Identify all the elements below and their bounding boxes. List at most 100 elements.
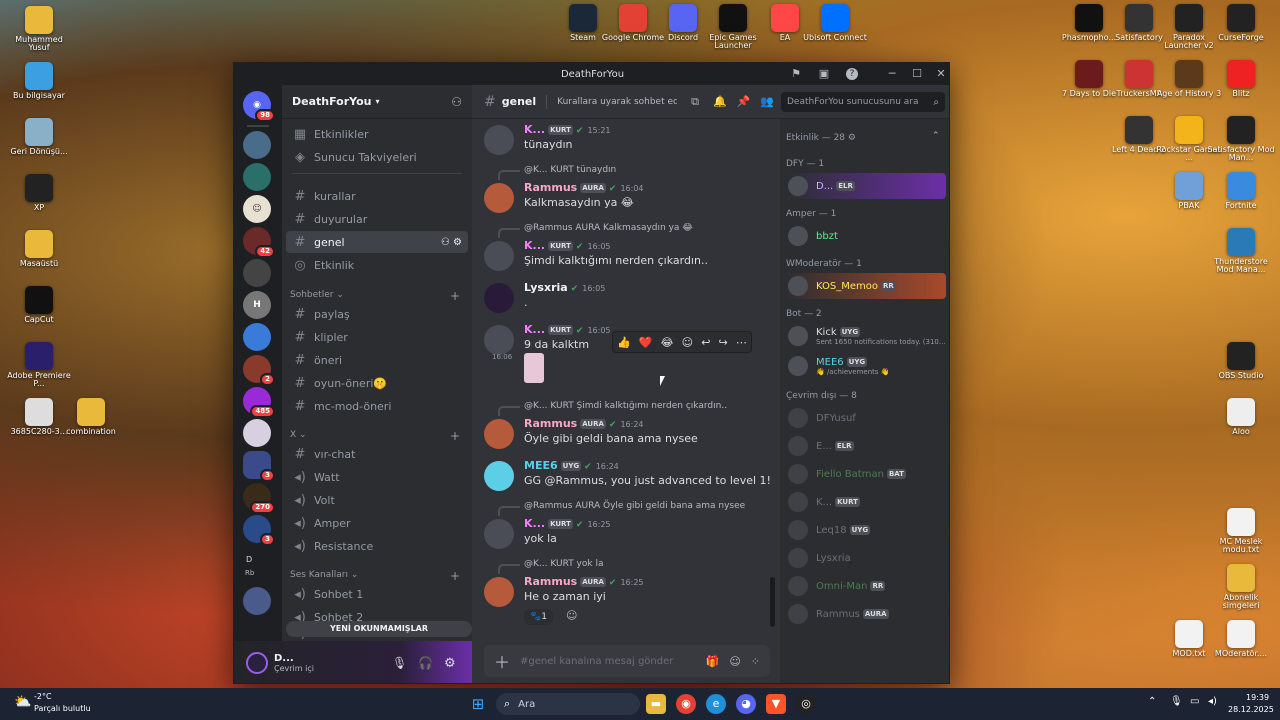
desktop-shortcut[interactable]: Blitz — [1206, 60, 1276, 98]
laugh-reaction-icon[interactable]: 😂 — [661, 336, 674, 349]
emoji-icon[interactable]: ☺ — [729, 655, 740, 668]
reply-preview[interactable]: @K... KURT Şimdi kalktığımı nerden çıkar… — [497, 401, 727, 416]
member-item[interactable]: bbzt — [784, 223, 946, 249]
member-item[interactable]: E... ELR — [784, 433, 946, 459]
add-channel-icon[interactable]: + — [450, 569, 460, 583]
member-item[interactable]: Rammus AURA — [784, 601, 946, 627]
sticker-image[interactable] — [524, 353, 544, 383]
avatar[interactable] — [484, 125, 514, 155]
server-icon[interactable] — [243, 259, 271, 287]
desktop-shortcut[interactable]: CapCut — [4, 286, 74, 324]
help-icon[interactable]: ? — [846, 68, 858, 80]
server-icon[interactable]: 2 — [243, 355, 275, 386]
channel-settings-icon[interactable]: ⚇ ⚙ — [441, 237, 462, 248]
clock-date[interactable]: 28.12.2025 — [1228, 705, 1274, 714]
channel-paylas[interactable]: # paylaş — [286, 303, 468, 325]
server-icon[interactable] — [243, 419, 271, 447]
desktop-shortcut[interactable]: Ubisoft Connect — [800, 4, 870, 42]
message-author[interactable]: K... KURT ✔ 16:05 — [524, 239, 611, 252]
members-list-icon[interactable]: 👥 — [760, 95, 774, 108]
add-attachment-icon[interactable]: ＋ — [494, 649, 510, 673]
channel-sohbet-1[interactable]: ◂) Sohbet 1 — [286, 583, 468, 605]
headphones-icon[interactable]: 🎧 — [418, 656, 433, 670]
message-input[interactable]: #genel kanalına mesaj gönder — [520, 656, 673, 667]
channel-kurallar[interactable]: # kurallar — [286, 185, 468, 207]
microphone-icon[interactable]: 🎙 — [1170, 696, 1183, 707]
reply-icon[interactable]: ↩ — [701, 336, 710, 349]
discord-icon[interactable]: ◕ — [736, 694, 756, 714]
category-ses-kanallari[interactable]: Ses Kanalları ⌄ + — [290, 569, 466, 583]
forward-icon[interactable]: ↪ — [719, 336, 728, 349]
server-folder-icon[interactable]: 3 — [243, 451, 275, 482]
member-item[interactable]: MEE6 UYG 👋 /achievements 👋 — [784, 353, 946, 379]
channel-duyurular[interactable]: # duyurular — [286, 208, 468, 230]
network-icon[interactable]: ▭ — [1190, 696, 1199, 707]
weather-icon[interactable]: ⛅ — [14, 694, 31, 710]
add-channel-icon[interactable]: + — [450, 289, 460, 303]
category-sohbetler[interactable]: Sohbetler ⌄ + — [290, 289, 466, 303]
channel-vir-chat[interactable]: # vır-chat — [286, 443, 468, 465]
message-author[interactable]: Lysxria ✔ 16:05 — [524, 281, 605, 294]
server-icon[interactable] — [243, 587, 271, 615]
channel-amper[interactable]: ◂) Amper — [286, 512, 468, 534]
member-item[interactable]: K... KURT — [784, 489, 946, 515]
server-icon[interactable] — [243, 323, 271, 351]
desktop-shortcut[interactable]: MC Meslek modu.txt — [1206, 508, 1276, 555]
obs-icon[interactable]: ◎ — [796, 694, 816, 714]
volume-icon[interactable]: ◂) — [1208, 696, 1217, 707]
desktop-shortcut[interactable]: Masaüstü — [4, 230, 74, 268]
windows-start-icon[interactable]: ⊞ — [468, 694, 488, 714]
boosts-link[interactable]: ◈ Sunucu Takviyeleri — [286, 146, 468, 168]
screen-icon[interactable]: ▣ — [816, 66, 832, 82]
member-item[interactable]: Omni-Man RR — [784, 573, 946, 599]
message-author[interactable]: Rammus AURA ✔ 16:04 — [524, 181, 644, 194]
desktop-shortcut[interactable]: Fortnite — [1206, 172, 1276, 210]
desktop-shortcut[interactable]: combination — [56, 398, 126, 436]
maximize-icon[interactable]: ☐ — [909, 66, 925, 82]
avatar[interactable] — [484, 283, 514, 313]
reaction-pill[interactable]: 🐾 1 — [524, 609, 553, 625]
avatar[interactable] — [484, 241, 514, 271]
desktop-shortcut[interactable]: Bu bilgisayar — [4, 62, 74, 100]
scrollbar[interactable] — [770, 577, 775, 627]
desktop-shortcut[interactable]: CurseForge — [1206, 4, 1276, 42]
desktop-shortcut[interactable]: Muhammed Yusuf — [4, 6, 74, 53]
desktop-shortcut[interactable]: Abonelik simgeleri — [1206, 564, 1276, 611]
channel-klipler[interactable]: # klipler — [286, 326, 468, 348]
channel-watt[interactable]: ◂) Watt — [286, 466, 468, 488]
message-author[interactable]: Rammus AURA ✔ 16:24 — [524, 417, 644, 430]
avatar[interactable] — [484, 461, 514, 491]
member-item[interactable]: Leq18 UYG — [784, 517, 946, 543]
message-author[interactable]: K... KURT ✔ 16:25 — [524, 517, 611, 530]
channel-mc-mod-oneri[interactable]: # mc-mod-öneri — [286, 395, 468, 417]
more-options-icon[interactable]: ⋯ — [736, 336, 747, 349]
channel-oyun-oneri[interactable]: # oyun-öneri🤫 — [286, 372, 468, 394]
chrome-icon[interactable]: ◉ — [676, 694, 696, 714]
brave-icon[interactable]: ▼ — [766, 694, 786, 714]
add-member-icon[interactable]: ⚇ — [451, 95, 462, 109]
server-icon[interactable]: 270 — [243, 483, 275, 514]
message-composer[interactable]: ＋ #genel kanalına mesaj gönder 🎁 ☺ ⁘ — [484, 645, 770, 677]
reply-preview[interactable]: @Rammus AURA Öyle gibi geldi bana ama ny… — [497, 501, 745, 516]
search-input[interactable]: DeathForYou sunucusunu ara ⌕ — [781, 92, 945, 112]
avatar[interactable] — [484, 183, 514, 213]
heart-reaction-icon[interactable]: ❤️ — [639, 336, 653, 349]
desktop-shortcut[interactable]: Geri Dönüşü... — [4, 118, 74, 156]
member-item[interactable]: DFYusuf — [784, 405, 946, 431]
message-author[interactable]: Rammus AURA ✔ 16:25 — [524, 575, 644, 588]
desktop-shortcut[interactable]: Adobe Premiere P... — [4, 342, 74, 389]
reply-preview[interactable]: @K... KURT yok la — [497, 559, 603, 574]
channel-oneri[interactable]: # öneri — [286, 349, 468, 371]
add-reaction-icon[interactable]: ☺ — [682, 336, 693, 349]
desktop-shortcut[interactable]: OBS Studio — [1206, 342, 1276, 380]
server-icon[interactable]: 485 — [243, 387, 275, 418]
server-icon[interactable]: 42 — [243, 227, 275, 258]
file-explorer-icon[interactable]: ▬ — [646, 694, 666, 714]
member-item[interactable]: Lysxria — [784, 545, 946, 571]
desktop-shortcut[interactable]: Satisfactory Mod Man... — [1206, 116, 1276, 163]
message-author[interactable]: K... KURT ✔ 15:21 — [524, 123, 611, 136]
desktop-shortcut[interactable]: Aloo — [1206, 398, 1276, 436]
reply-preview[interactable]: @K... KURT tünaydın — [497, 165, 616, 180]
unread-pill[interactable]: YENİ OKUNMAMIŞLAR — [286, 621, 472, 637]
server-icon[interactable]: 3 — [243, 515, 275, 546]
